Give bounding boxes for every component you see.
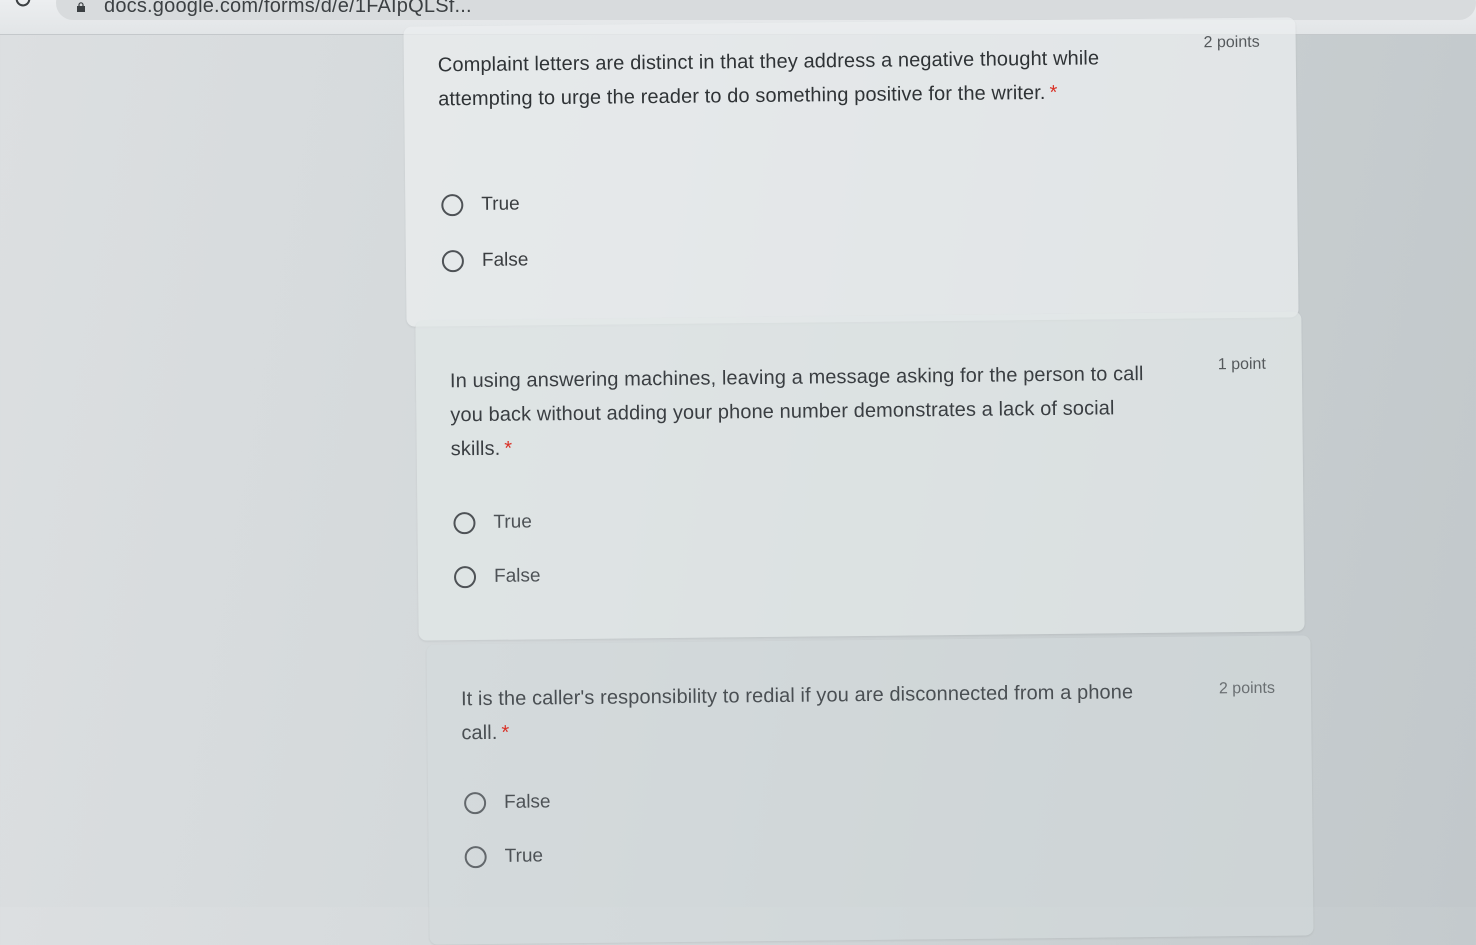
option-true[interactable]: True: [464, 845, 544, 869]
radio-button[interactable]: [453, 512, 476, 535]
question-text: It is the caller's responsibility to red…: [460, 681, 1134, 745]
required-asterisk: *: [504, 437, 513, 460]
question-text: Complaint letters are distinct in that t…: [437, 47, 1100, 111]
question-text: In using answering machines, leaving a m…: [449, 363, 1144, 461]
required-asterisk: *: [1049, 81, 1058, 104]
option-label: True: [504, 845, 544, 867]
option-label: False: [503, 791, 551, 813]
option-false[interactable]: False: [453, 565, 541, 589]
points-label: 2 points: [1203, 33, 1260, 52]
question-card: It is the caller's responsibility to red…: [426, 635, 1314, 945]
option-false[interactable]: False: [464, 791, 551, 815]
radio-button[interactable]: [464, 792, 487, 815]
radio-button[interactable]: [441, 250, 465, 273]
option-label: False: [481, 249, 529, 271]
question-title: In using answering machines, leaving a m…: [450, 357, 1151, 466]
radio-button[interactable]: [441, 194, 464, 217]
radio-button[interactable]: [453, 566, 477, 589]
url-text: docs.google.com/forms/d/e/1FAIpQLSf...: [104, 0, 472, 17]
question-title: It is the caller's responsibility to red…: [461, 675, 1162, 750]
option-label: True: [493, 511, 532, 533]
question-card: Complaint letters are distinct in that t…: [403, 17, 1299, 327]
option-label: True: [481, 193, 520, 215]
lock-icon: [77, 2, 85, 12]
question-card: In using answering machines, leaving a m…: [415, 311, 1305, 641]
reload-icon[interactable]: [12, 0, 34, 10]
question-title: Complaint letters are distinct in that t…: [438, 41, 1139, 116]
option-true[interactable]: True: [441, 193, 520, 217]
option-true[interactable]: True: [453, 511, 532, 535]
option-label: False: [493, 565, 541, 587]
option-false[interactable]: False: [441, 249, 529, 273]
radio-button[interactable]: [464, 846, 487, 869]
points-label: 2 points: [1218, 679, 1276, 698]
points-label: 1 point: [1217, 355, 1266, 374]
required-asterisk: *: [501, 721, 510, 744]
